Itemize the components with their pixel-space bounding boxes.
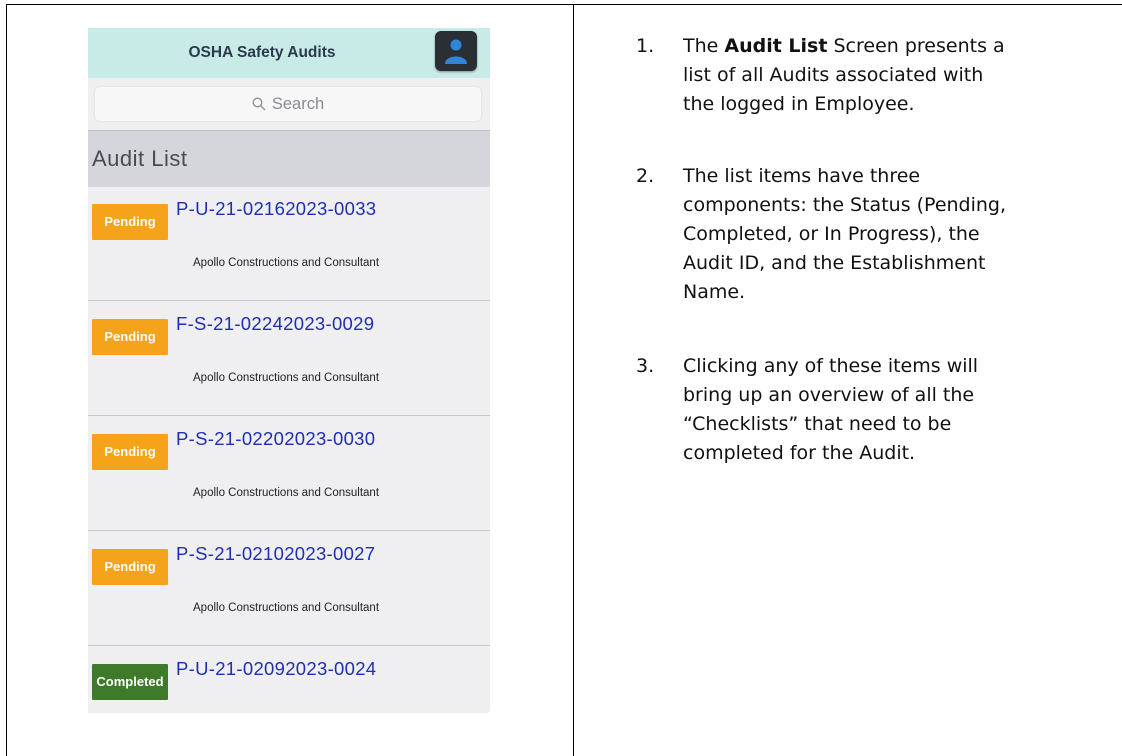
- instruction-text: Clicking any of these items will bring u…: [683, 352, 1122, 468]
- instruction-bold-term: Audit List: [724, 35, 828, 57]
- status-badge: Pending: [92, 204, 168, 240]
- instruction-line: list of all Audits associated with: [683, 64, 984, 86]
- profile-button[interactable]: [435, 31, 477, 71]
- audit-list-item[interactable]: Pending P-U-21-02162023-0033 Apollo Cons…: [88, 187, 490, 301]
- establishment-name: Apollo Constructions and Consultant: [193, 257, 380, 269]
- instruction-number: 1.: [636, 35, 655, 57]
- audit-id[interactable]: P-U-21-02162023-0033: [176, 198, 376, 220]
- instruction-text: The Audit List Screen presents a list of…: [683, 32, 1122, 119]
- table-border-top: [6, 4, 1122, 5]
- instruction-line: Audit ID, and the Establishment: [683, 252, 986, 274]
- audit-list-item[interactable]: Pending P-S-21-02102023-0027 Apollo Cons…: [88, 532, 490, 646]
- instruction-number: 2.: [636, 165, 655, 187]
- audit-id[interactable]: P-S-21-02102023-0027: [176, 543, 375, 565]
- user-icon: [445, 39, 467, 64]
- establishment-name: Apollo Constructions and Consultant: [193, 602, 380, 614]
- status-badge: Completed: [92, 664, 168, 700]
- instruction-line: the logged in Employee.: [683, 93, 915, 115]
- instruction-line: Name.: [683, 281, 746, 303]
- search-icon: [252, 97, 266, 111]
- instruction-text: The list items have three components: th…: [683, 162, 1122, 307]
- instruction-line: Clicking any of these items will: [683, 355, 979, 377]
- audit-id[interactable]: F-S-21-02242023-0029: [176, 313, 374, 335]
- instruction-line: “Checklists” that need to be: [683, 413, 952, 435]
- search-placeholder: Search: [271, 95, 325, 113]
- app-header: OSHA Safety Audits: [88, 28, 490, 78]
- audit-id[interactable]: P-U-21-02092023-0024: [176, 658, 376, 680]
- instruction-line: components: the Status (Pending,: [683, 194, 1007, 216]
- instruction-line: completed for the Audit.: [683, 442, 916, 464]
- instruction-line: The: [683, 35, 725, 57]
- section-header: Audit List: [88, 131, 490, 187]
- table-border-left: [6, 4, 7, 756]
- search-bar: Search: [88, 78, 490, 131]
- status-badge: Pending: [92, 434, 168, 470]
- audit-list-item[interactable]: Pending P-S-21-02202023-0030 Apollo Cons…: [88, 417, 490, 531]
- app-title: OSHA Safety Audits: [188, 44, 336, 61]
- instruction-number: 3.: [636, 355, 655, 377]
- section-title: Audit List: [92, 146, 188, 171]
- status-badge: Pending: [92, 549, 168, 585]
- audit-id[interactable]: P-S-21-02202023-0030: [176, 428, 375, 450]
- audit-list-item[interactable]: Completed P-U-21-02092023-0024: [88, 647, 490, 713]
- instruction-line: The list items have three: [683, 165, 921, 187]
- status-badge: Pending: [92, 319, 168, 355]
- establishment-name: Apollo Constructions and Consultant: [193, 487, 380, 499]
- instruction-line: Screen presents a: [827, 35, 1005, 57]
- audit-list-item[interactable]: Pending F-S-21-02242023-0029 Apollo Cons…: [88, 302, 490, 416]
- app-screenshot: OSHA Safety Audits Search Audit List Pen…: [88, 28, 490, 713]
- instruction-line: bring up an overview of all the: [683, 384, 975, 406]
- table-column-divider: [573, 4, 574, 756]
- search-input[interactable]: Search: [94, 86, 482, 122]
- instruction-line: Completed, or In Progress), the: [683, 223, 980, 245]
- establishment-name: Apollo Constructions and Consultant: [193, 372, 380, 384]
